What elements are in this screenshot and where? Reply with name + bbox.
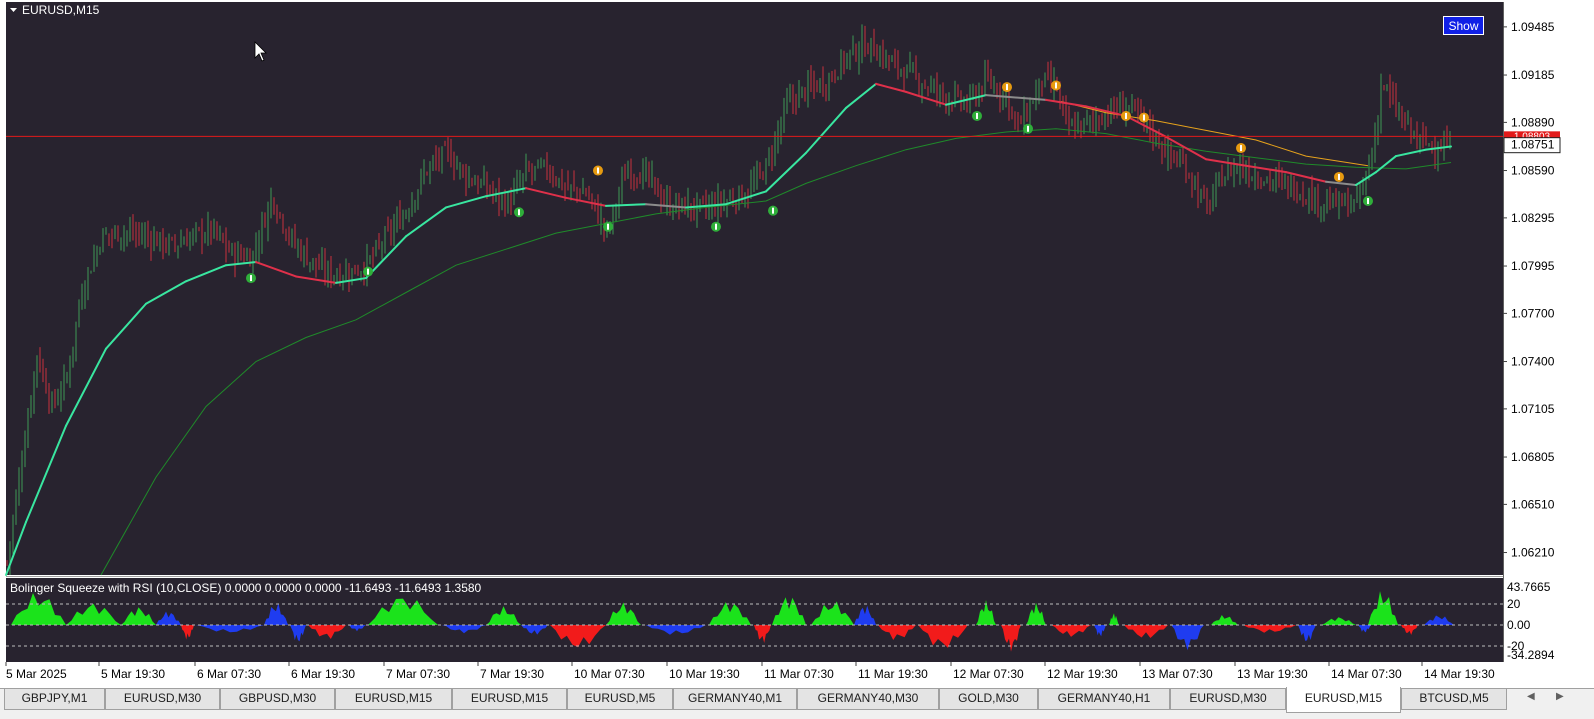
time-label: 10 Mar 07:30 [574, 667, 645, 681]
show-button[interactable]: Show [1443, 16, 1484, 35]
sell-signal-icon [1051, 80, 1061, 91]
chart-tab[interactable]: GBPJPY,M1 [4, 689, 105, 710]
indicator-axis-label: 0.00 [1507, 618, 1531, 632]
time-label: 6 Mar 07:30 [197, 667, 261, 681]
sell-signal-icon [1139, 112, 1149, 123]
chart-tab[interactable]: GERMANY40,M1 [673, 689, 797, 710]
buy-signal-icon [603, 221, 613, 232]
time-label: 6 Mar 19:30 [291, 667, 355, 681]
time-label: 7 Mar 07:30 [386, 667, 450, 681]
chart-tab[interactable]: EURUSD,M15 [335, 689, 452, 710]
price-plot-area[interactable] [6, 2, 1503, 575]
price-label: 1.08590 [1511, 164, 1555, 178]
buy-signal-icon [1363, 196, 1373, 207]
chart-tabs: GBPJPY,M1 EURUSD,M30 GBPUSD,M30 EURUSD,M15 E… [4, 687, 1507, 713]
time-label: 14 Mar 07:30 [1331, 667, 1402, 681]
price-label: 1.06805 [1511, 450, 1555, 464]
price-label: 1.06210 [1511, 546, 1555, 560]
sell-signal-icon [1002, 82, 1012, 93]
time-label: 13 Mar 07:30 [1142, 667, 1213, 681]
indicator-axis-label: -34.2894 [1507, 648, 1555, 662]
price-label: 1.09185 [1511, 68, 1555, 82]
price-label: 1.08295 [1511, 211, 1555, 225]
price-label: 1.08890 [1511, 115, 1555, 129]
price-label: 1.07700 [1511, 306, 1555, 320]
buy-signal-icon [246, 273, 256, 284]
show-button-label: Show [1448, 19, 1478, 33]
time-label: 12 Mar 19:30 [1047, 667, 1118, 681]
tab-scroll-right-icon[interactable]: ▶ [1556, 691, 1564, 702]
sell-signal-icon [593, 165, 603, 176]
buy-signal-icon [514, 207, 524, 218]
chart-tab[interactable]: EURUSD,M30 [1170, 689, 1286, 710]
time-label: 13 Mar 19:30 [1237, 667, 1308, 681]
tab-scroll-left-icon[interactable]: ◀ [1527, 691, 1535, 702]
time-label: 11 Mar 19:30 [858, 667, 928, 681]
chart-tab[interactable]: GERMANY40,M30 [797, 689, 939, 710]
time-label: 10 Mar 19:30 [669, 667, 740, 681]
chart-title: EURUSD,M15 [22, 3, 100, 17]
chart-tab[interactable]: EURUSD,M30 [105, 689, 220, 710]
buy-signal-icon [768, 205, 778, 216]
indicator-title: Bolinger Squeeze with RSI (10,CLOSE) 0.0… [10, 581, 482, 595]
buy-signal-icon [1023, 123, 1033, 134]
price-label: 1.06510 [1511, 497, 1555, 511]
chart-tab-bar: GBPJPY,M1 EURUSD,M30 GBPUSD,M30 EURUSD,M15 E… [0, 687, 1594, 719]
buy-signal-icon [972, 110, 982, 121]
time-label: 11 Mar 07:30 [764, 667, 834, 681]
chart-tab[interactable]: GOLD,M30 [939, 689, 1038, 710]
buy-signal-icon [711, 221, 721, 232]
sell-signal-icon [1236, 143, 1246, 154]
sell-signal-icon [1334, 171, 1344, 182]
time-label: 7 Mar 19:30 [480, 667, 544, 681]
price-label: 1.07105 [1511, 402, 1555, 416]
chart-tab[interactable]: GBPUSD,M30 [220, 689, 335, 710]
price-label: 1.09485 [1511, 20, 1555, 34]
indicator-axis-label: 20 [1507, 597, 1521, 611]
chart-tab[interactable]: GERMANY40,H1 [1038, 689, 1170, 710]
indicator-axis-label: 43.7665 [1507, 580, 1551, 594]
chart-tab[interactable]: EURUSD,M15 [1286, 687, 1401, 713]
time-label: 5 Mar 2025 [6, 667, 67, 681]
time-label: 5 Mar 19:30 [101, 667, 165, 681]
sell-signal-icon [1121, 110, 1131, 121]
price-label: 1.07995 [1511, 259, 1555, 273]
price-label: 1.07400 [1511, 355, 1555, 369]
time-label: 14 Mar 19:30 [1424, 667, 1495, 681]
time-label: 12 Mar 07:30 [953, 667, 1024, 681]
chart-tab[interactable]: BTCUSD,M5 [1401, 689, 1507, 710]
chart-tab[interactable]: EURUSD,M15 [452, 689, 567, 710]
buy-signal-icon [363, 266, 373, 277]
chart-tab[interactable]: EURUSD,M5 [567, 689, 673, 710]
current-price-tag: 1.08803 1.08751 [1503, 131, 1561, 154]
chart-window[interactable]: EURUSD,M15 Show 1.09485 1.09185 1.08890 1.0… [0, 0, 1594, 688]
current-price-label: 1.08751 [1511, 138, 1555, 152]
